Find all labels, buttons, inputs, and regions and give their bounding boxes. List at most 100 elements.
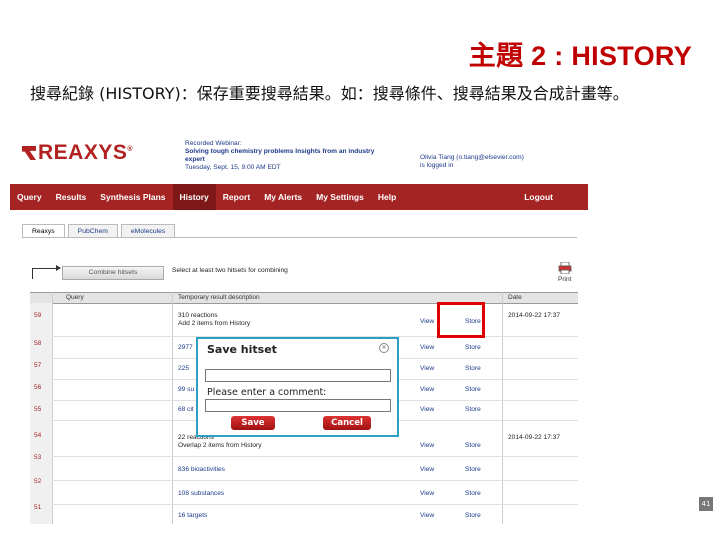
row-number[interactable]: 55 [34, 406, 41, 413]
user-info: Olivia Tiang (o.tiang@elsevier.com) is l… [420, 154, 524, 170]
table-row-description: 2977 [178, 344, 193, 352]
store-link[interactable]: Store [465, 466, 481, 473]
row-number[interactable]: 53 [34, 454, 41, 461]
result-subtext[interactable]: Overlap 2 items from History [178, 442, 262, 450]
webinar-line-2: Solving tough chemistry problems Insight… [185, 148, 375, 155]
result-link[interactable]: 99 su [178, 386, 194, 393]
print-label[interactable]: Print [558, 276, 571, 283]
store-link[interactable]: Store [465, 490, 481, 497]
nav-history[interactable]: History [172, 184, 216, 210]
row-number[interactable]: 56 [34, 384, 41, 391]
result-link[interactable]: 2977 [178, 344, 193, 351]
view-link[interactable]: View [420, 344, 434, 351]
result-link[interactable]: 108 substances [178, 490, 224, 497]
row-divider [52, 456, 578, 457]
row-number[interactable]: 52 [34, 478, 41, 485]
combine-hint: Select at least two hitsets for combinin… [172, 267, 288, 274]
slide-body-text: 搜尋紀錄 (HISTORY)：保存重要搜尋結果。如：搜尋條件、搜尋結果及合成計畫… [30, 84, 629, 103]
column-separator [52, 292, 53, 524]
row-divider [52, 480, 578, 481]
column-separator [172, 292, 173, 524]
row-number[interactable]: 59 [34, 312, 41, 319]
result-subtext[interactable]: Add 2 items from History [178, 320, 250, 328]
view-link[interactable]: View [420, 512, 434, 519]
table-row-description: 108 substances [178, 490, 224, 498]
comment-label: Please enter a comment: [207, 387, 327, 398]
view-link[interactable]: View [420, 318, 434, 325]
webinar-line-3: expert [185, 156, 205, 163]
history-toolbar: Combine hitsets Select at least two hits… [32, 262, 578, 284]
result-link[interactable]: 68 cit [178, 406, 194, 413]
row-number[interactable]: 54 [34, 432, 41, 439]
printer-icon[interactable] [558, 262, 572, 274]
nav-help[interactable]: Help [371, 184, 403, 210]
view-link[interactable]: View [420, 442, 434, 449]
view-link[interactable]: View [420, 490, 434, 497]
store-link[interactable]: Store [465, 365, 481, 372]
view-link[interactable]: View [420, 406, 434, 413]
store-highlight-box [437, 302, 485, 338]
result-link[interactable]: 836 bioactivities [178, 466, 225, 473]
tab-reaxys[interactable]: Reaxys [22, 224, 65, 238]
row-number[interactable]: 51 [34, 504, 41, 511]
webinar-line-4: Tuesday, Sept. 15, 9:00 AM EDT [185, 164, 281, 171]
table-row-description: 225 [178, 365, 189, 373]
save-button[interactable]: Save [231, 416, 275, 430]
table-row-description: 16 targets [178, 512, 207, 520]
close-icon[interactable]: × [379, 343, 389, 353]
tab-pubchem[interactable]: PubChem [67, 224, 118, 238]
slide-title: 主題 2 : HISTORY [468, 41, 692, 71]
table-row-description: 99 su [178, 386, 194, 394]
tab-emolecules[interactable]: eMolecules [120, 224, 176, 238]
result-link[interactable]: 225 [178, 365, 189, 372]
nav-my-settings[interactable]: My Settings [309, 184, 371, 210]
view-link[interactable]: View [420, 365, 434, 372]
comment-field[interactable] [205, 399, 391, 412]
hitset-name-field[interactable] [205, 369, 391, 382]
header-date: Date [508, 294, 522, 301]
table-header: Query Temporary result description Date [30, 292, 578, 304]
store-link[interactable]: Store [465, 512, 481, 519]
row-select-column [30, 303, 52, 524]
nav-results[interactable]: Results [49, 184, 94, 210]
webinar-notice[interactable]: Recorded Webinar: Solving tough chemistr… [185, 140, 374, 172]
store-link[interactable]: Store [465, 344, 481, 351]
dialog-title: Save hitset [207, 343, 277, 356]
view-link[interactable]: View [420, 386, 434, 393]
nav-synthesis-plans[interactable]: Synthesis Plans [93, 184, 172, 210]
row-date: 2014-09-22 17:37 [508, 434, 561, 441]
row-divider [52, 504, 578, 505]
view-link[interactable]: View [420, 466, 434, 473]
column-separator [502, 292, 503, 524]
reaxys-logo-icon [22, 146, 36, 160]
brand-mark: ® [127, 146, 134, 153]
store-link[interactable]: Store [465, 386, 481, 393]
header-query: Query [66, 294, 84, 301]
nav-report[interactable]: Report [216, 184, 257, 210]
result-link[interactable]: 310 reactions [178, 312, 250, 320]
result-link[interactable]: 16 targets [178, 512, 207, 519]
arrow-right-icon [32, 265, 61, 279]
combine-hitsets-button[interactable]: Combine hitsets [62, 266, 164, 280]
store-link[interactable]: Store [465, 406, 481, 413]
logout-link[interactable]: Logout [517, 184, 560, 210]
brand-name: REAXYS [38, 141, 128, 164]
table-row-description: 310 reactions Add 2 items from History [178, 312, 250, 327]
table-row-description: 68 cit [178, 406, 194, 414]
page-number: 41 [699, 497, 713, 511]
tab-divider [22, 237, 577, 238]
reaxys-logo[interactable]: REAXYS® [22, 141, 134, 164]
store-link[interactable]: Store [465, 442, 481, 449]
row-number[interactable]: 58 [34, 340, 41, 347]
user-line-2: is logged in [420, 162, 454, 169]
row-number[interactable]: 57 [34, 362, 41, 369]
user-line-1: Olivia Tiang (o.tiang@elsevier.com) [420, 154, 524, 161]
webinar-line-1: Recorded Webinar: [185, 140, 242, 147]
nav-query[interactable]: Query [10, 184, 49, 210]
reaxys-screenshot: REAXYS® Recorded Webinar: Solving tough … [10, 134, 588, 524]
header-description: Temporary result description [178, 294, 260, 301]
cancel-button[interactable]: Cancel [323, 416, 371, 430]
nav-my-alerts[interactable]: My Alerts [257, 184, 309, 210]
save-hitset-dialog: Save hitset × Please enter a comment: Sa… [196, 337, 399, 437]
row-date: 2014-09-22 17:37 [508, 312, 561, 319]
